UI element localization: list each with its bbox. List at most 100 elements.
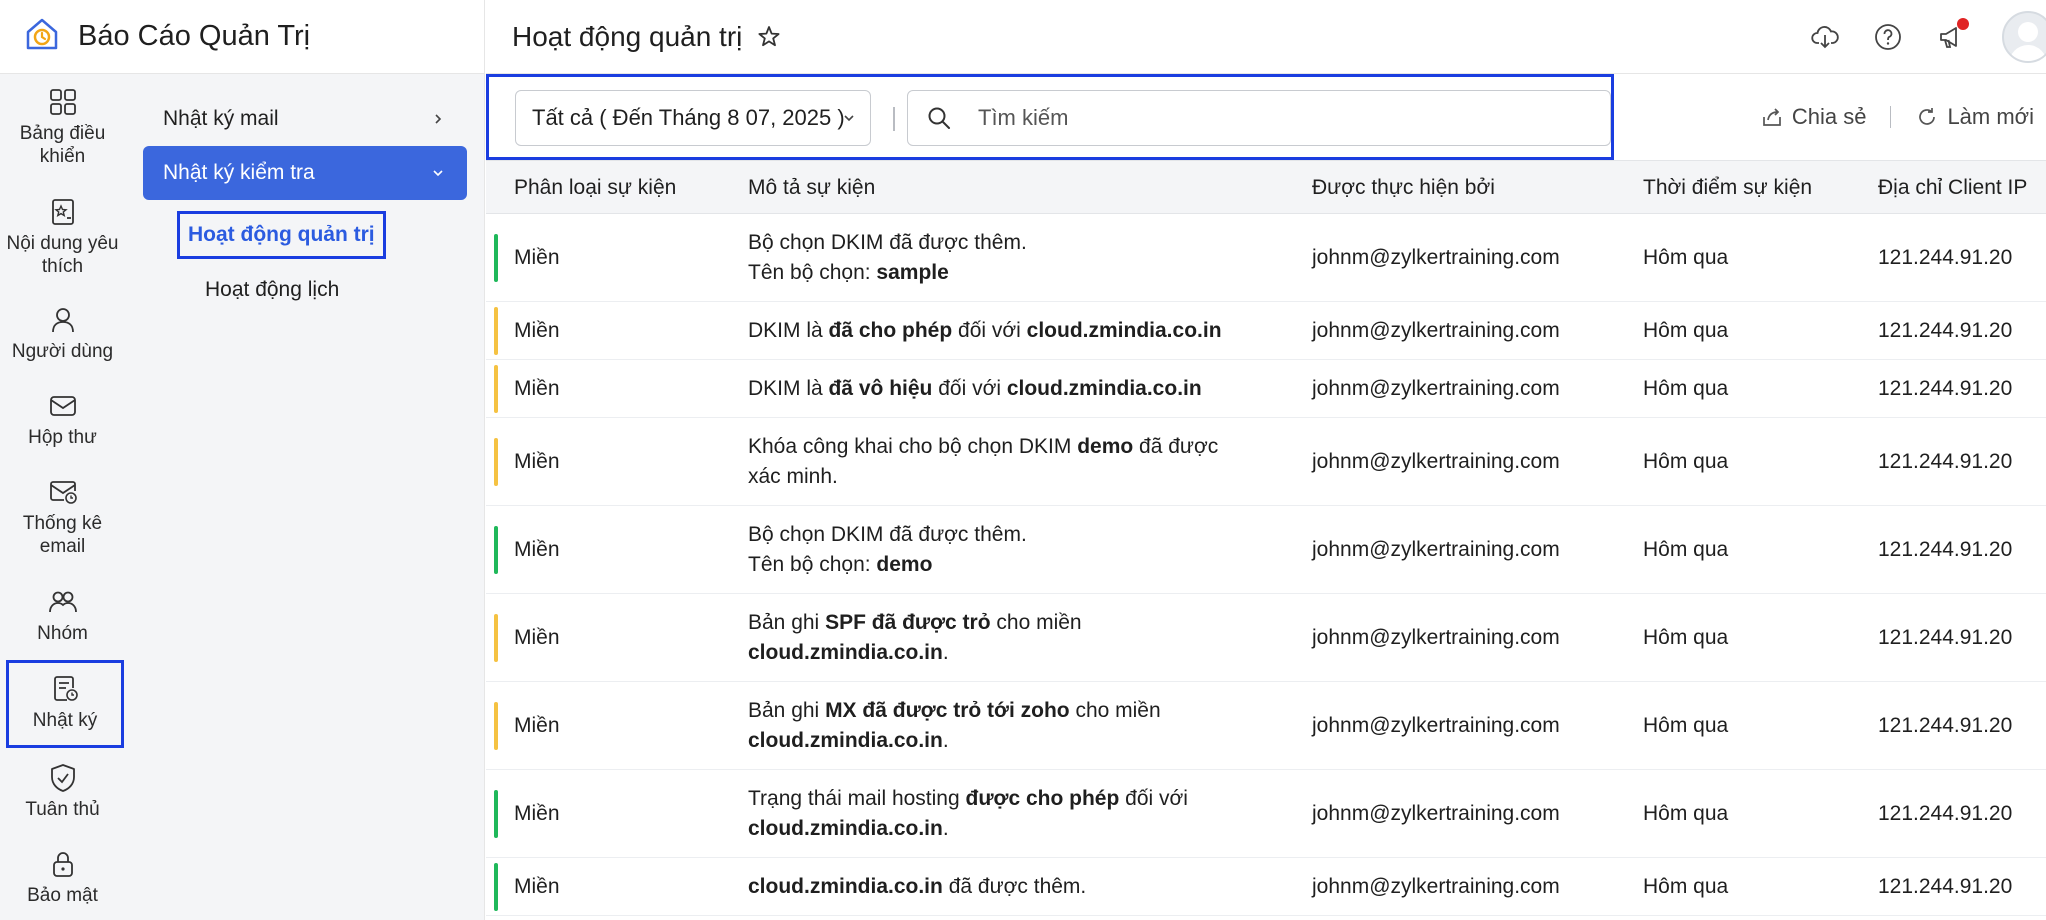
cell-event-type: Miền: [514, 376, 560, 400]
description-text: đã được: [1133, 434, 1219, 458]
chevron-right-icon: [435, 114, 442, 124]
rail-label: Nhật ký: [32, 710, 98, 731]
mailbox-icon: [49, 396, 76, 416]
share-label: Chia sẻ: [1791, 104, 1867, 129]
cell-client-ip: 121.244.91.20: [1878, 376, 2013, 400]
status-indicator: [494, 614, 498, 662]
cell-performed-by: johnm@zylkertraining.com: [1312, 625, 1560, 649]
description-text: Bộ chọn DKIM đã được thêm.: [748, 230, 1027, 254]
audit-table: Phân loại sự kiện Mô tả sự kiện Được thự…: [486, 160, 2046, 920]
app-title: Báo Cáo Quản Trị: [78, 20, 311, 52]
column-header-performed-by[interactable]: Được thực hiện bởi: [1312, 161, 1495, 215]
rail-item-security[interactable]: Bảo mật: [0, 848, 125, 907]
log-icon: [54, 676, 78, 701]
cell-event-time: Hôm qua: [1643, 713, 1729, 737]
rail-item-users[interactable]: Người dùng: [0, 304, 125, 363]
description-text: cloud.zmindia.co.in: [1006, 376, 1202, 400]
filter-highlight: Tất cả ( Đến Tháng 8 07, 2025 ): [486, 74, 1614, 160]
column-header-time[interactable]: Thời điểm sự kiện: [1643, 161, 1812, 215]
column-header-ip[interactable]: Địa chỉ Client IP: [1878, 161, 2027, 215]
subnav-item-calendar-activity[interactable]: Hoạt động lịch: [181, 266, 349, 314]
refresh-label: Làm mới: [1947, 104, 2034, 129]
home-logo-icon: [22, 14, 62, 59]
description-text: Khóa công khai cho bộ chọn DKIM: [748, 434, 1078, 458]
subnav-item-audit-log[interactable]: Nhật ký kiểm tra: [143, 146, 467, 200]
secondary-nav: Nhật ký mail Nhật ký kiểm tra Hoạt động …: [125, 74, 485, 920]
search-input[interactable]: [978, 105, 1578, 131]
compliance-icon: [50, 764, 75, 792]
rail-item-email-stats[interactable]: Thống kê email: [0, 476, 125, 558]
table-row[interactable]: Miền DKIM là đã vô hiệu đối với cloud.zmi…: [486, 360, 2046, 418]
cell-client-ip: 121.244.91.20: [1878, 874, 2013, 898]
description-text: DKIM là: [748, 376, 829, 400]
cell-client-ip: 121.244.91.20: [1878, 449, 2013, 473]
description-text: cloud.zmindia.co.in: [748, 874, 943, 898]
subnav-item-admin-activity[interactable]: Hoạt động quản trị: [177, 211, 386, 259]
rail-item-compliance[interactable]: Tuân thủ: [0, 762, 125, 821]
status-indicator: [494, 234, 498, 282]
lock-icon: [52, 852, 73, 877]
rail-item-logs[interactable]: Nhật ký: [6, 660, 124, 748]
description-line: DKIM là đã vô hiệu đối với cloud.zmindia…: [748, 374, 1268, 404]
table-row[interactable]: Miền Khóa công khai cho bộ chọn DKIM demo…: [486, 418, 2046, 506]
star-icon[interactable]: [756, 24, 782, 50]
description-text: .: [942, 728, 949, 752]
rail-item-dashboard[interactable]: Bảng điều khiển: [0, 86, 125, 168]
page-title: Hoạt động quản trị: [512, 20, 743, 52]
description-line: DKIM là đã cho phép đối với cloud.zmindi…: [748, 316, 1268, 346]
table-row[interactable]: Miền cloud.zmindia.co.in đã được thêm. joh…: [486, 858, 2046, 916]
cell-event-description: Khóa công khai cho bộ chọn DKIM demo đã …: [748, 418, 1268, 505]
cell-event-time: Hôm qua: [1643, 625, 1729, 649]
rail-item-favorites[interactable]: Nội dung yêu thích: [0, 196, 125, 278]
help-icon[interactable]: [1873, 22, 1903, 52]
description-text: cloud.zmindia.co.in: [1026, 318, 1222, 342]
column-header-type[interactable]: Phân loại sự kiện: [514, 161, 676, 215]
description-line: Bản ghi SPF đã được trỏ cho miền: [748, 608, 1268, 638]
rail-item-mailbox[interactable]: Hộp thư: [0, 390, 125, 449]
cell-client-ip: 121.244.91.20: [1878, 625, 2013, 649]
cell-event-type: Miền: [514, 537, 560, 561]
user-icon: [51, 308, 74, 333]
column-header-description[interactable]: Mô tả sự kiện: [748, 161, 875, 215]
subnav-label: Nhật ký mail: [163, 107, 279, 130]
description-text: đối với: [1119, 786, 1188, 810]
table-row[interactable]: Miền Trạng thái mail hosting được cho phé…: [486, 770, 2046, 858]
description-text: cloud.zmindia.co.in: [748, 640, 943, 664]
announcement-icon[interactable]: [1936, 18, 1969, 52]
cloud-download-icon[interactable]: [1810, 22, 1840, 52]
cell-performed-by: johnm@zylkertraining.com: [1312, 245, 1560, 269]
chevron-down-icon: [844, 115, 854, 122]
date-filter-value: Tất cả ( Đến Tháng 8 07, 2025 ): [532, 105, 845, 130]
dashboard-icon: [49, 89, 76, 115]
table-row[interactable]: Miền Bộ chọn DKIM đã được thêm. Tên bộ chọ…: [486, 506, 2046, 594]
cell-event-time: Hôm qua: [1643, 874, 1729, 898]
description-text: MX đã được trỏ tới zoho: [825, 698, 1070, 722]
description-line: Bộ chọn DKIM đã được thêm.: [748, 228, 1268, 258]
cell-client-ip: 121.244.91.20: [1878, 537, 2013, 561]
notification-dot: [1957, 18, 1969, 30]
share-button[interactable]: Chia sẻ: [1760, 104, 1867, 130]
cell-event-description: Bộ chọn DKIM đã được thêm. Tên bộ chọn: d…: [748, 506, 1268, 593]
rail-item-groups[interactable]: Nhóm: [0, 586, 125, 645]
table-row[interactable]: Miền Bản ghi MX đã được trỏ tới zoho cho …: [486, 682, 2046, 770]
refresh-button[interactable]: Làm mới: [1915, 104, 2034, 130]
rail-label: Bảng điều khiển: [19, 123, 106, 167]
table-row[interactable]: Miền Bản ghi SPF đã được trỏ cho miền clou…: [486, 594, 2046, 682]
subnav-item-mail-log[interactable]: Nhật ký mail: [143, 92, 467, 146]
description-text: demo: [1077, 434, 1134, 458]
rail-label: Tuân thủ: [25, 799, 100, 820]
table-row[interactable]: Miền Bộ chọn DKIM đã được thêm. Tên bộ chọ…: [486, 214, 2046, 302]
cell-event-time: Hôm qua: [1643, 318, 1729, 342]
cell-event-type: Miền: [514, 318, 560, 342]
description-text: đối với: [932, 376, 1007, 400]
table-body: Miền Bộ chọn DKIM đã được thêm. Tên bộ chọ…: [486, 214, 2046, 916]
date-filter-select[interactable]: Tất cả ( Đến Tháng 8 07, 2025 ): [515, 90, 871, 146]
description-text: xác minh.: [748, 464, 838, 488]
avatar[interactable]: [2002, 11, 2046, 63]
search-box[interactable]: [907, 90, 1611, 146]
description-text: sample: [876, 260, 949, 284]
table-row[interactable]: Miền DKIM là đã cho phép đối với cloud.zm…: [486, 302, 2046, 360]
description-text: Bộ chọn DKIM đã được thêm.: [748, 522, 1027, 546]
divider: [893, 107, 895, 131]
cell-event-type: Miền: [514, 245, 560, 269]
